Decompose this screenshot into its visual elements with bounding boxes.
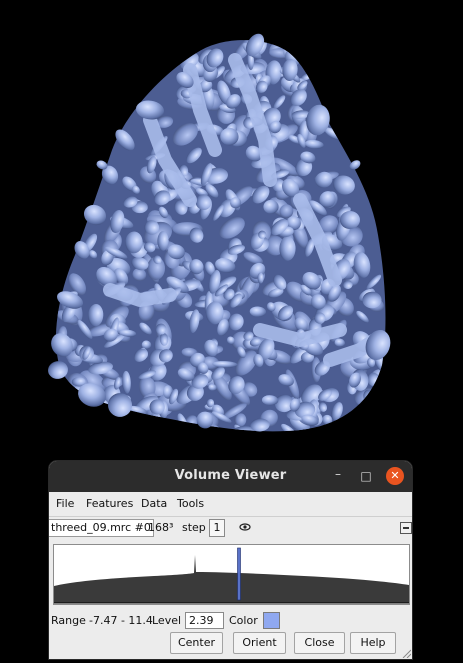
density-lobe xyxy=(352,411,366,424)
density-lobe xyxy=(55,410,66,428)
level-row: Range -7.47 - 11.4 Level 2.39 Color xyxy=(49,611,412,631)
color-label: Color xyxy=(229,614,258,627)
density-lobe xyxy=(62,425,78,432)
density-lobe xyxy=(55,410,77,421)
color-swatch[interactable] xyxy=(263,612,280,629)
density-lobe xyxy=(369,391,380,400)
orient-button[interactable]: Orient xyxy=(233,632,286,654)
threshold-marker[interactable] xyxy=(237,547,241,601)
dataset-name-menu[interactable]: threed_09.mrc #0 xyxy=(49,519,154,537)
level-label: Level xyxy=(152,614,182,627)
menu-file[interactable]: File xyxy=(56,497,74,510)
histogram[interactable] xyxy=(54,545,409,604)
center-button[interactable]: Center xyxy=(170,632,223,654)
help-button[interactable]: Help xyxy=(350,632,396,654)
menu-data[interactable]: Data xyxy=(141,497,167,510)
grid-size: 168³ xyxy=(148,521,174,534)
menu-features[interactable]: Features xyxy=(86,497,133,510)
title-bar[interactable]: Volume Viewer – □ ✕ xyxy=(49,461,412,492)
histogram-curve xyxy=(54,555,409,603)
density-lobe xyxy=(77,424,85,432)
maximize-button[interactable]: □ xyxy=(357,467,375,485)
density-lobe xyxy=(63,393,80,406)
density-lobe xyxy=(143,424,160,432)
collapse-panel-button[interactable] xyxy=(400,522,412,534)
volume-surface-render[interactable] xyxy=(0,0,463,455)
chimera-graphics-window[interactable]: Volume Viewer – □ ✕ File Features Data T… xyxy=(0,0,463,663)
density-lobe xyxy=(379,388,386,407)
density-lobe xyxy=(60,388,74,404)
density-lobe xyxy=(59,403,77,421)
histogram-panel[interactable] xyxy=(53,544,410,605)
density-lobe xyxy=(343,415,367,432)
eye-icon[interactable] xyxy=(239,523,251,531)
menu-bar: File Features Data Tools xyxy=(49,492,412,517)
density-lobe xyxy=(103,423,124,432)
volume-viewer-window[interactable]: Volume Viewer – □ ✕ File Features Data T… xyxy=(49,461,412,659)
dataset-row: threed_09.mrc #0 168³ step 1 xyxy=(49,517,412,539)
density-lobe xyxy=(170,425,188,432)
density-lobe xyxy=(292,44,301,56)
close-button[interactable]: Close xyxy=(294,632,345,654)
range-value: -7.47 - 11.4 xyxy=(89,614,153,627)
protein-density-mass xyxy=(55,40,386,432)
resize-grip-icon[interactable] xyxy=(401,648,411,658)
density-lobe xyxy=(336,428,348,432)
density-lobe xyxy=(121,421,135,432)
density-lobe xyxy=(65,419,79,429)
level-input[interactable]: 2.39 xyxy=(185,612,224,629)
density-lobe xyxy=(176,425,194,432)
range-label: Range xyxy=(51,614,86,627)
threshold-marker-bar xyxy=(237,547,241,601)
density-lobe xyxy=(157,231,169,251)
menu-tools[interactable]: Tools xyxy=(177,497,204,510)
minimize-button[interactable]: – xyxy=(329,465,347,483)
close-window-button[interactable]: ✕ xyxy=(386,467,404,485)
step-menu[interactable]: 1 xyxy=(209,519,225,537)
step-label: step xyxy=(182,521,206,534)
